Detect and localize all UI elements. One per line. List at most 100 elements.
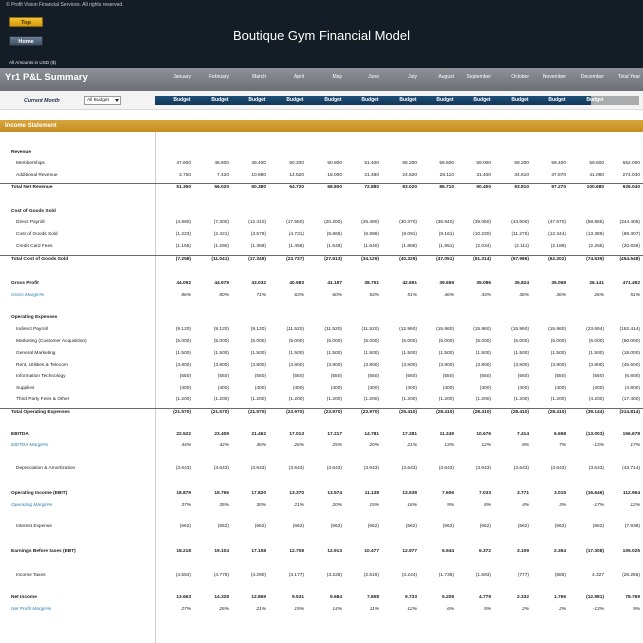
cell-value: 13.638 (402, 491, 417, 496)
table-row: Memberships 47.600 48.600 49.400 50.200 50.80… (0, 160, 643, 169)
table-row: Additional Revenue 3.750 7.420 10.980 14.520… (0, 172, 643, 181)
cell-value: (10.230) (473, 232, 491, 237)
cell-value: (12.410) (248, 220, 266, 225)
summary-header: Yr1 P&L Summary January February March Apri… (0, 68, 643, 91)
cell-value: (550) (479, 374, 491, 379)
cell-value: 7.033 (478, 491, 491, 496)
cell-value: (6.600) (624, 374, 640, 379)
cell-value: 7.858 (366, 595, 379, 600)
cell-value: (60.000) (622, 339, 640, 344)
income-statement-bar: Income Statement (0, 120, 643, 132)
cell-value: (1.200) (363, 397, 379, 402)
table-row: Interest Expense (662) (662) (662) (662) (662… (0, 523, 643, 532)
cell-value: 12% (630, 503, 640, 508)
cell-value: (28.410) (436, 410, 454, 415)
cell-value: 14% (332, 607, 342, 612)
cell-value: (314.814) (619, 410, 640, 415)
budget-label: Budget (286, 97, 304, 103)
cell-value: 10.676 (476, 432, 491, 437)
cell-value: (2.265) (588, 244, 604, 249)
cell-value: 50.800 (327, 161, 342, 166)
cell-value: (400) (367, 386, 379, 391)
cell-value: (1.500) (513, 351, 529, 356)
cell-value: 38% (519, 293, 529, 298)
cell-value: 51.400 (364, 161, 379, 166)
cell-value: (5.000) (550, 339, 566, 344)
cell-value: 26% (294, 443, 304, 448)
cell-value: (2.189) (550, 244, 566, 249)
cell-value: (4.731) (288, 232, 304, 237)
cell-value: (5.000) (588, 339, 604, 344)
cell-value: 12% (407, 607, 417, 612)
cell-value: 9.733 (404, 595, 417, 600)
cell-value: (400) (217, 386, 229, 391)
cell-value: (1.200) (250, 397, 266, 402)
cell-value: (15.960) (436, 327, 454, 332)
cell-value: 35.824 (514, 281, 529, 286)
current-month-select[interactable]: All Budget (84, 96, 121, 105)
cell-value: (3.643) (250, 466, 266, 471)
top-banner: © Profit Vision Financial Services. All … (0, 0, 643, 68)
budget-label: Budget (248, 97, 266, 103)
cell-value: (1.736) (438, 573, 454, 578)
cell-value: (23.970) (286, 410, 304, 415)
section-header-row: Operating Expenses (0, 314, 643, 323)
cell-value: 58.600 (439, 161, 454, 166)
budget-label: Budget (548, 97, 566, 103)
cell-value: (1.500) (326, 351, 342, 356)
cell-value: 53% (369, 293, 379, 298)
row-label: Operating Income (EBIT) (11, 491, 68, 496)
cell-value: (3.643) (213, 466, 229, 471)
cell-value: 39.659 (439, 281, 454, 286)
cell-value: (39.144) (586, 410, 604, 415)
top-button[interactable]: Top (9, 17, 43, 27)
app-title: Boutique Gym Financial Model (0, 28, 643, 43)
cell-value: 13.663 (176, 595, 191, 600)
cell-value: 21% (294, 503, 304, 508)
cell-value: 4% (522, 503, 529, 508)
month-header: December (580, 74, 604, 80)
cell-value: 43% (481, 293, 491, 298)
cell-value: (57.986) (511, 257, 529, 262)
cell-value: (1.548) (326, 244, 342, 249)
cell-value: 12.913 (327, 549, 342, 554)
cell-value: (5.000) (250, 339, 266, 344)
margin-row: Gross Margin% 86% 80% 71% 63% 60% 53% 51% 46% 43%… (0, 292, 643, 301)
cell-value: 17.013 (289, 432, 304, 437)
cell-value: (4.776) (213, 573, 229, 578)
cell-value: (454.548) (619, 257, 640, 262)
cell-value: (23.970) (324, 410, 342, 415)
month-header: April (293, 74, 304, 80)
cell-value: (3.800) (175, 363, 191, 368)
cell-value: 93.810 (514, 185, 529, 190)
cell-value: 26% (219, 607, 229, 612)
cell-value: (1.500) (438, 351, 454, 356)
budget-label: Budget (324, 97, 342, 103)
cell-value: 71% (256, 293, 266, 298)
cell-value: 27% (181, 607, 191, 612)
app-title-text: Boutique Gym Financial Model (232, 28, 411, 43)
cell-value: 40.983 (289, 281, 304, 286)
cell-value: (11.520) (324, 327, 342, 332)
cell-value: 60% (332, 293, 342, 298)
cell-value: (5.000) (363, 339, 379, 344)
cell-value: 274.040 (622, 173, 640, 178)
cell-value: (1.500) (588, 351, 604, 356)
cell-value: (550) (554, 374, 566, 379)
cell-value: (777) (517, 573, 529, 578)
cell-value: 652.000 (622, 161, 640, 166)
cell-value: 51.350 (176, 185, 191, 190)
budget-label: Budget (399, 97, 417, 103)
cell-value: 11% (369, 607, 379, 612)
cell-value: 37% (181, 503, 191, 508)
cell-value: (11.276) (511, 232, 529, 237)
row-label: Operating Margin% (11, 503, 53, 508)
cell-value: (28.410) (548, 410, 566, 415)
cell-value: (550) (217, 374, 229, 379)
cell-value: (3.228) (326, 573, 342, 578)
cell-value: 44.979 (214, 281, 229, 286)
cell-value: (662) (405, 524, 417, 529)
row-label: Additional Revenue (16, 173, 58, 178)
cell-value: (12.960) (399, 327, 417, 332)
cell-value: (662) (179, 524, 191, 529)
